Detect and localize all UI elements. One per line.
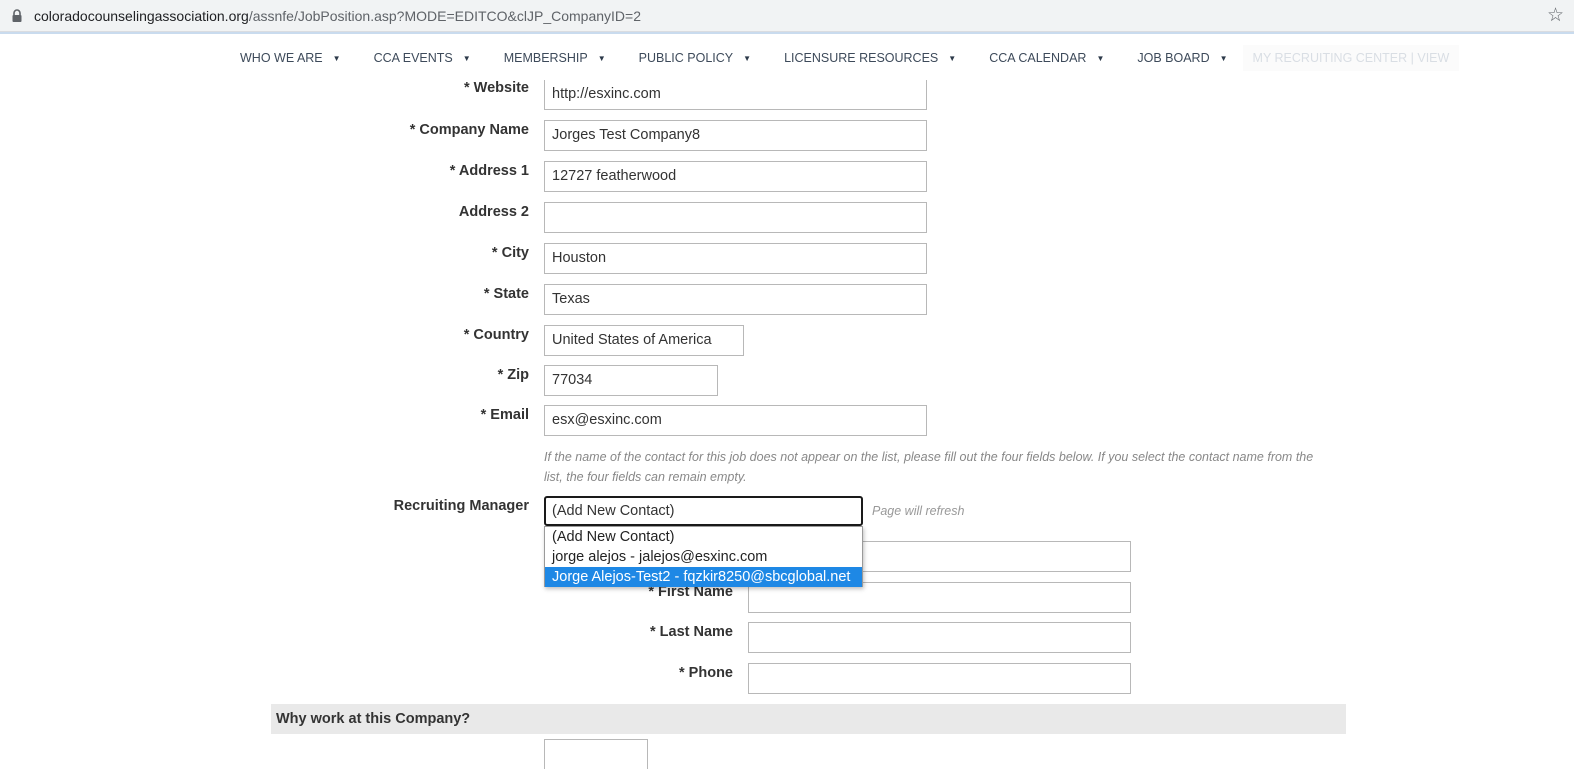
website-input[interactable]: http://esxinc.com bbox=[544, 80, 927, 110]
url-path: /assnfe/JobPosition.asp?MODE=EDITCO&clJP… bbox=[248, 8, 641, 24]
address1-input[interactable]: 12727 featherwood bbox=[544, 161, 927, 192]
divider bbox=[0, 32, 1574, 34]
city-label: * City bbox=[491, 245, 529, 261]
email-label: * Email bbox=[480, 407, 529, 423]
url-text[interactable]: coloradocounselingassociation.org/assnfe… bbox=[34, 8, 641, 24]
website-label: * Website bbox=[463, 80, 529, 96]
caret-down-icon: ▼ bbox=[597, 53, 606, 63]
section-title: Why work at this Company? bbox=[276, 711, 471, 727]
caret-down-icon: ▼ bbox=[1219, 53, 1228, 63]
phone-label: * Phone bbox=[679, 665, 733, 681]
state-label: * State bbox=[483, 286, 529, 302]
contact-note: If the name of the contact for this job … bbox=[544, 450, 1314, 484]
address2-label: Address 2 bbox=[458, 204, 529, 220]
address2-input[interactable] bbox=[544, 202, 927, 233]
dropdown-option-highlighted[interactable]: Jorge Alejos-Test2 - fqzkir8250@sbcgloba… bbox=[545, 567, 862, 587]
nav-membership[interactable]: MEMBERSHIP ▼ bbox=[504, 51, 606, 65]
country-label: * Country bbox=[463, 327, 529, 343]
country-input[interactable]: United States of America bbox=[544, 325, 744, 356]
last-name-input[interactable] bbox=[748, 622, 1131, 653]
dropdown-option[interactable]: jorge alejos - jalejos@esxinc.com bbox=[545, 547, 862, 567]
company-name-label: * Company Name bbox=[409, 122, 529, 138]
dropdown-option[interactable]: (Add New Contact) bbox=[545, 527, 862, 547]
nav-label: LICENSURE RESOURCES bbox=[784, 51, 939, 65]
recruiting-manager-label: Recruiting Manager bbox=[393, 498, 529, 514]
caret-down-icon: ▼ bbox=[1096, 53, 1105, 63]
nav-job-board[interactable]: JOB BOARD ▼ bbox=[1137, 51, 1227, 65]
caret-down-icon: ▼ bbox=[332, 53, 341, 63]
caret-down-icon: ▼ bbox=[948, 53, 957, 63]
why-work-input[interactable] bbox=[544, 739, 648, 769]
nav-label: CCA CALENDAR bbox=[989, 51, 1087, 65]
email-input[interactable]: esx@esxinc.com bbox=[544, 405, 927, 436]
phone-input[interactable] bbox=[748, 663, 1131, 694]
nav-public-policy[interactable]: PUBLIC POLICY ▼ bbox=[639, 51, 751, 65]
company-name-input[interactable]: Jorges Test Company8 bbox=[544, 120, 927, 151]
city-input[interactable]: Houston bbox=[544, 243, 927, 274]
nav-label: WHO WE ARE bbox=[240, 51, 323, 65]
lock-icon bbox=[12, 9, 22, 22]
address1-label: * Address 1 bbox=[449, 163, 529, 179]
last-name-label: * Last Name bbox=[649, 624, 733, 640]
recruiting-manager-select[interactable]: (Add New Contact) bbox=[544, 496, 863, 526]
nav-label: MEMBERSHIP bbox=[503, 51, 588, 65]
recruiting-manager-dropdown[interactable]: (Add New Contact) jorge alejos - jalejos… bbox=[544, 526, 863, 587]
nav-label: PUBLIC POLICY bbox=[638, 51, 734, 65]
zip-label: * Zip bbox=[497, 367, 529, 383]
page-refresh-hint: Page will refresh bbox=[872, 504, 965, 518]
nav-label: JOB BOARD bbox=[1137, 51, 1210, 65]
nav-recruiting-center[interactable]: MY RECRUITING CENTER | VIEW bbox=[1242, 45, 1460, 71]
address-bar[interactable]: coloradocounselingassociation.org/assnfe… bbox=[0, 0, 1574, 32]
nav-cca-calendar[interactable]: CCA CALENDAR ▼ bbox=[989, 51, 1104, 65]
zip-input[interactable]: 77034 bbox=[544, 365, 718, 396]
nav-cca-events[interactable]: CCA EVENTS ▼ bbox=[374, 51, 471, 65]
caret-down-icon: ▼ bbox=[743, 53, 752, 63]
nav-licensure-resources[interactable]: LICENSURE RESOURCES ▼ bbox=[784, 51, 956, 65]
nav-who-we-are[interactable]: WHO WE ARE ▼ bbox=[240, 51, 341, 65]
nav-label: CCA EVENTS bbox=[373, 51, 453, 65]
why-work-section-header: Why work at this Company? bbox=[271, 704, 1346, 734]
state-input[interactable]: Texas bbox=[544, 284, 927, 315]
caret-down-icon: ▼ bbox=[462, 53, 471, 63]
main-nav: WHO WE ARE ▼ CCA EVENTS ▼ MEMBERSHIP ▼ PUBL… bbox=[240, 44, 1460, 72]
bookmark-star-icon[interactable]: ☆ bbox=[1547, 4, 1564, 26]
url-host: coloradocounselingassociation.org bbox=[34, 8, 249, 24]
